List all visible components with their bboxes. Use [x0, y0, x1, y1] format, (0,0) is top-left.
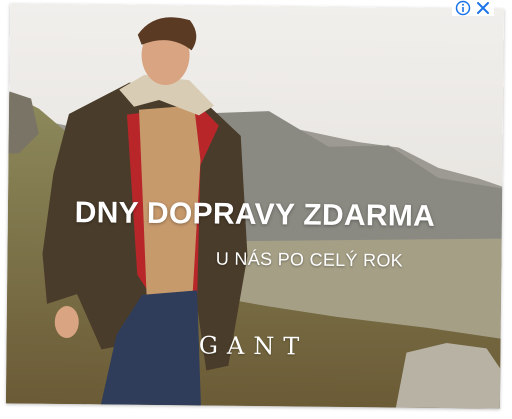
- info-icon[interactable]: [455, 0, 471, 16]
- ad-subline: U NÁS PO CELÝ ROK: [215, 248, 404, 271]
- ad-choices: [452, 0, 494, 16]
- ad-banner[interactable]: DNY DOPRAVY ZDARMA U NÁS PO CELÝ ROK GAN…: [5, 3, 505, 409]
- brand-logo: GANT: [198, 331, 309, 361]
- close-icon[interactable]: [475, 0, 491, 16]
- ad-headline: DNY DOPRAVY ZDARMA: [74, 196, 436, 233]
